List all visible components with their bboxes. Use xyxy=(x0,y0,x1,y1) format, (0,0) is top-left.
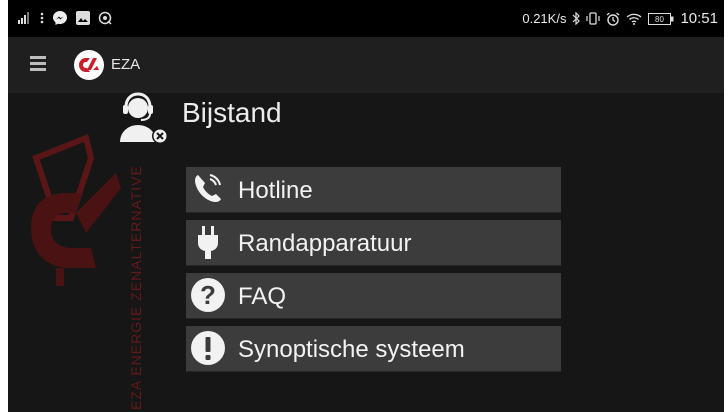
signal-icon xyxy=(18,12,29,24)
network-speed: 0.21K/s xyxy=(522,11,567,26)
vibrate-icon xyxy=(586,12,601,25)
alarm-icon xyxy=(607,11,620,26)
cast-icon xyxy=(98,11,112,25)
bluetooth-icon xyxy=(573,12,581,25)
app-toolbar: EZA xyxy=(8,37,724,93)
exclamation-icon xyxy=(191,331,225,365)
battery-icon: 80 xyxy=(648,12,674,25)
app-name: EZA xyxy=(111,56,141,73)
menu-item-label: Randapparatuur xyxy=(238,230,412,257)
watermark-text: EZA ENERGIE ZENALTERNATIVE xyxy=(128,165,144,410)
status-bar: 0.21K/s 80 10:51 xyxy=(8,0,724,37)
menu-item-synoptische-systeem[interactable]: Synoptische systeem xyxy=(186,326,561,372)
menu-item-label: Hotline xyxy=(238,177,313,204)
more-icon xyxy=(40,12,44,24)
app-screen: 0.21K/s 80 10:51 EZA EZA ENERGIE ZENALTE… xyxy=(8,0,724,412)
eza-watermark-logo xyxy=(31,133,121,286)
hamburger-menu-icon[interactable] xyxy=(30,56,46,72)
menu-item-label: FAQ xyxy=(238,283,287,310)
question-icon: ? xyxy=(191,278,225,312)
messenger-icon xyxy=(53,11,67,25)
plug-icon xyxy=(198,226,218,259)
clock: 10:51 xyxy=(680,10,718,27)
phone-icon xyxy=(195,174,221,202)
status-right: 0.21K/s 80 10:51 xyxy=(522,10,718,27)
menu-item-randapparatuur[interactable]: Randapparatuur xyxy=(186,220,561,266)
battery-level: 80 xyxy=(656,15,665,24)
page-title: Bijstand xyxy=(182,97,282,128)
wifi-icon xyxy=(627,13,642,25)
menu-item-label: Synoptische systeem xyxy=(238,336,465,363)
menu-item-faq[interactable]: ? FAQ xyxy=(186,273,561,319)
status-left xyxy=(18,10,112,26)
gallery-icon xyxy=(76,11,90,25)
support-headset-icon xyxy=(120,92,168,144)
svg-text:?: ? xyxy=(200,280,216,310)
eza-logo xyxy=(74,50,104,80)
menu-item-hotline[interactable]: Hotline xyxy=(186,167,561,213)
